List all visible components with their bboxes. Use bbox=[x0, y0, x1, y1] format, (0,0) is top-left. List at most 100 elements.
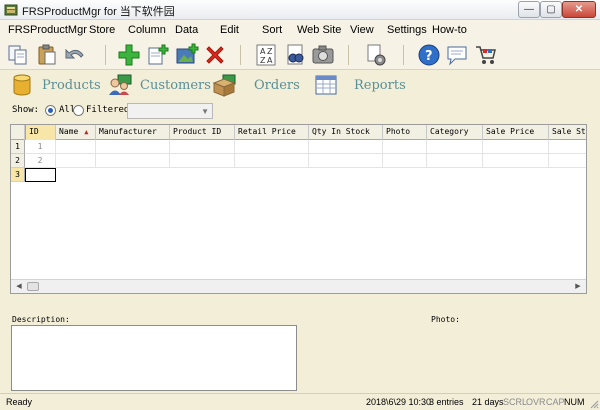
table-cell[interactable] bbox=[235, 140, 309, 154]
toolbar-separator bbox=[105, 45, 106, 65]
table-cell[interactable] bbox=[427, 140, 483, 154]
sort-az-icon[interactable]: AZZA bbox=[254, 43, 278, 67]
column-header-sale-price[interactable]: Sale Price bbox=[483, 125, 549, 140]
column-header-retail-price[interactable]: Retail Price bbox=[235, 125, 309, 140]
horizontal-scrollbar[interactable]: ◀ ▶ bbox=[11, 279, 586, 293]
menu-view[interactable]: View bbox=[350, 24, 374, 36]
new-record-icon[interactable] bbox=[146, 43, 170, 67]
table-cell[interactable] bbox=[56, 140, 96, 154]
radio-filtered[interactable] bbox=[73, 105, 84, 116]
copy-icon[interactable] bbox=[6, 43, 30, 67]
table-cell[interactable] bbox=[483, 154, 549, 168]
close-button[interactable]: ✕ bbox=[562, 1, 596, 18]
chat-icon[interactable] bbox=[445, 43, 469, 67]
status-cap: CAP bbox=[546, 397, 565, 407]
row-header-current[interactable]: 3 bbox=[11, 168, 25, 182]
column-header-manufacturer[interactable]: Manufacturer bbox=[96, 125, 170, 140]
column-header-category[interactable]: Category bbox=[427, 125, 483, 140]
products-grid[interactable]: ID Name ▲ Manufacturer Product ID Retail … bbox=[10, 124, 587, 294]
table-cell[interactable] bbox=[170, 154, 235, 168]
table-cell-id[interactable]: 2 bbox=[25, 154, 56, 168]
scrollbar-thumb[interactable] bbox=[27, 282, 39, 291]
add-image-icon[interactable] bbox=[175, 43, 199, 67]
tab-reports[interactable]: Reports bbox=[314, 73, 410, 97]
table-cell[interactable] bbox=[96, 140, 170, 154]
table-cell[interactable] bbox=[96, 154, 170, 168]
scroll-right-icon[interactable]: ▶ bbox=[572, 281, 584, 292]
column-header-name[interactable]: Name ▲ bbox=[56, 125, 96, 140]
menu-store[interactable]: Store bbox=[89, 24, 115, 36]
column-header-photo[interactable]: Photo bbox=[383, 125, 427, 140]
tab-customers-label: Customers bbox=[140, 78, 211, 93]
customers-icon bbox=[109, 74, 132, 95]
grid-corner bbox=[11, 125, 25, 140]
tab-products[interactable]: Products bbox=[10, 73, 102, 97]
undo-icon[interactable] bbox=[63, 43, 87, 67]
svg-text:?: ? bbox=[425, 49, 433, 64]
table-cell[interactable] bbox=[170, 140, 235, 154]
status-scrl: SCRL bbox=[503, 397, 528, 407]
column-header-sale-stock[interactable]: Sale Sto bbox=[549, 125, 586, 140]
table-cell[interactable] bbox=[309, 154, 383, 168]
radio-all[interactable] bbox=[45, 105, 56, 116]
row-header[interactable]: 1 bbox=[11, 140, 25, 154]
scroll-left-icon[interactable]: ◀ bbox=[13, 281, 25, 292]
section-tabs: Products Customers Orders Reports bbox=[0, 70, 600, 100]
toolbar: AZZA ? bbox=[0, 39, 600, 70]
menu-edit[interactable]: Edit bbox=[220, 24, 239, 36]
maximize-button[interactable]: ▢ bbox=[540, 1, 562, 18]
filter-combo[interactable]: ▼ bbox=[127, 103, 213, 119]
minimize-button[interactable]: — bbox=[518, 1, 540, 18]
tab-products-label: Products bbox=[42, 78, 101, 93]
show-label: Show: bbox=[12, 105, 40, 115]
menu-sort[interactable]: Sort bbox=[262, 24, 282, 36]
table-cell[interactable] bbox=[235, 154, 309, 168]
menu-howto[interactable]: How-to bbox=[432, 24, 467, 36]
database-icon bbox=[13, 74, 31, 96]
sort-ascending-icon: ▲ bbox=[84, 128, 89, 136]
table-cell[interactable] bbox=[427, 154, 483, 168]
settings-icon[interactable] bbox=[364, 43, 388, 67]
status-days: 21 days bbox=[472, 397, 504, 407]
paste-icon[interactable] bbox=[35, 43, 59, 67]
status-datetime: 2018\6\29 10:30 bbox=[366, 397, 432, 407]
menu-frsproductmgr[interactable]: FRSProductMgr bbox=[8, 24, 87, 36]
menu-settings[interactable]: Settings bbox=[387, 24, 427, 36]
photo-label: Photo: bbox=[431, 315, 460, 324]
active-cell[interactable] bbox=[25, 168, 56, 182]
add-icon[interactable] bbox=[117, 43, 141, 67]
menu-data[interactable]: Data bbox=[175, 24, 198, 36]
table-cell[interactable] bbox=[383, 154, 427, 168]
table-cell[interactable] bbox=[549, 154, 586, 168]
resize-grip-icon[interactable] bbox=[589, 399, 599, 409]
delete-icon[interactable] bbox=[203, 43, 227, 67]
app-icon bbox=[4, 4, 18, 16]
table-cell[interactable] bbox=[309, 140, 383, 154]
cart-icon[interactable] bbox=[474, 43, 498, 67]
tab-orders[interactable]: Orders bbox=[212, 73, 302, 97]
table-cell-id[interactable]: 1 bbox=[25, 140, 56, 154]
column-header-qty-in-stock[interactable]: Qty In Stock bbox=[309, 125, 383, 140]
svg-text:Z: Z bbox=[260, 56, 266, 65]
find-icon[interactable] bbox=[283, 43, 307, 67]
table-cell[interactable] bbox=[56, 154, 96, 168]
filter-row: Show: All Filtered : ▼ bbox=[0, 103, 600, 119]
orders-icon bbox=[212, 74, 236, 97]
menu-column[interactable]: Column bbox=[128, 24, 166, 36]
column-header-product-id[interactable]: Product ID bbox=[170, 125, 235, 140]
status-ovr: OVR bbox=[526, 397, 546, 407]
table-cell[interactable] bbox=[483, 140, 549, 154]
row-header[interactable]: 2 bbox=[11, 154, 25, 168]
menu-website[interactable]: Web Site bbox=[297, 24, 341, 36]
table-cell[interactable] bbox=[383, 140, 427, 154]
photo-icon[interactable] bbox=[311, 43, 335, 67]
grid-header: ID Name ▲ Manufacturer Product ID Retail … bbox=[11, 125, 586, 140]
table-cell[interactable] bbox=[549, 140, 586, 154]
svg-text:A: A bbox=[260, 47, 266, 56]
status-ready: Ready bbox=[6, 397, 33, 407]
help-icon[interactable]: ? bbox=[417, 43, 441, 67]
tab-customers[interactable]: Customers bbox=[108, 73, 211, 97]
title-bar: FRSProductMgr for 当下软件园 — ▢ ✕ bbox=[0, 0, 600, 20]
column-header-id[interactable]: ID bbox=[25, 125, 56, 140]
description-field[interactable] bbox=[11, 325, 297, 391]
